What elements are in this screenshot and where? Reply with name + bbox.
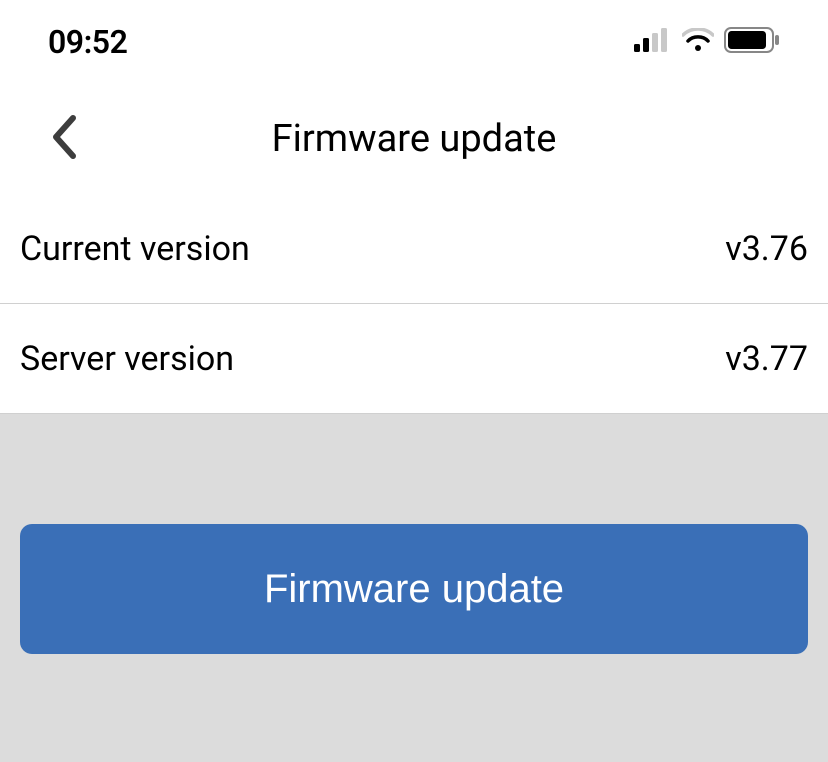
status-time: 09:52 <box>48 23 127 61</box>
status-bar: 09:52 <box>0 0 828 84</box>
battery-icon <box>724 27 780 57</box>
back-button[interactable] <box>40 115 88 163</box>
row-value: v3.76 <box>725 229 808 269</box>
row-label: Server version <box>20 339 234 379</box>
firmware-update-button[interactable]: Firmware update <box>20 524 808 654</box>
lower-panel: Firmware update <box>0 414 828 762</box>
version-list: Current version v3.76 Server version v3.… <box>0 194 828 414</box>
row-current-version: Current version v3.76 <box>0 194 828 304</box>
cellular-signal-icon <box>634 28 672 56</box>
row-value: v3.77 <box>725 339 808 379</box>
status-icons <box>634 27 780 57</box>
chevron-left-icon <box>51 115 77 163</box>
page-title: Firmware update <box>272 117 557 161</box>
row-label: Current version <box>20 229 250 269</box>
row-server-version: Server version v3.77 <box>0 304 828 414</box>
nav-header: Firmware update <box>0 84 828 194</box>
wifi-icon <box>682 28 714 56</box>
